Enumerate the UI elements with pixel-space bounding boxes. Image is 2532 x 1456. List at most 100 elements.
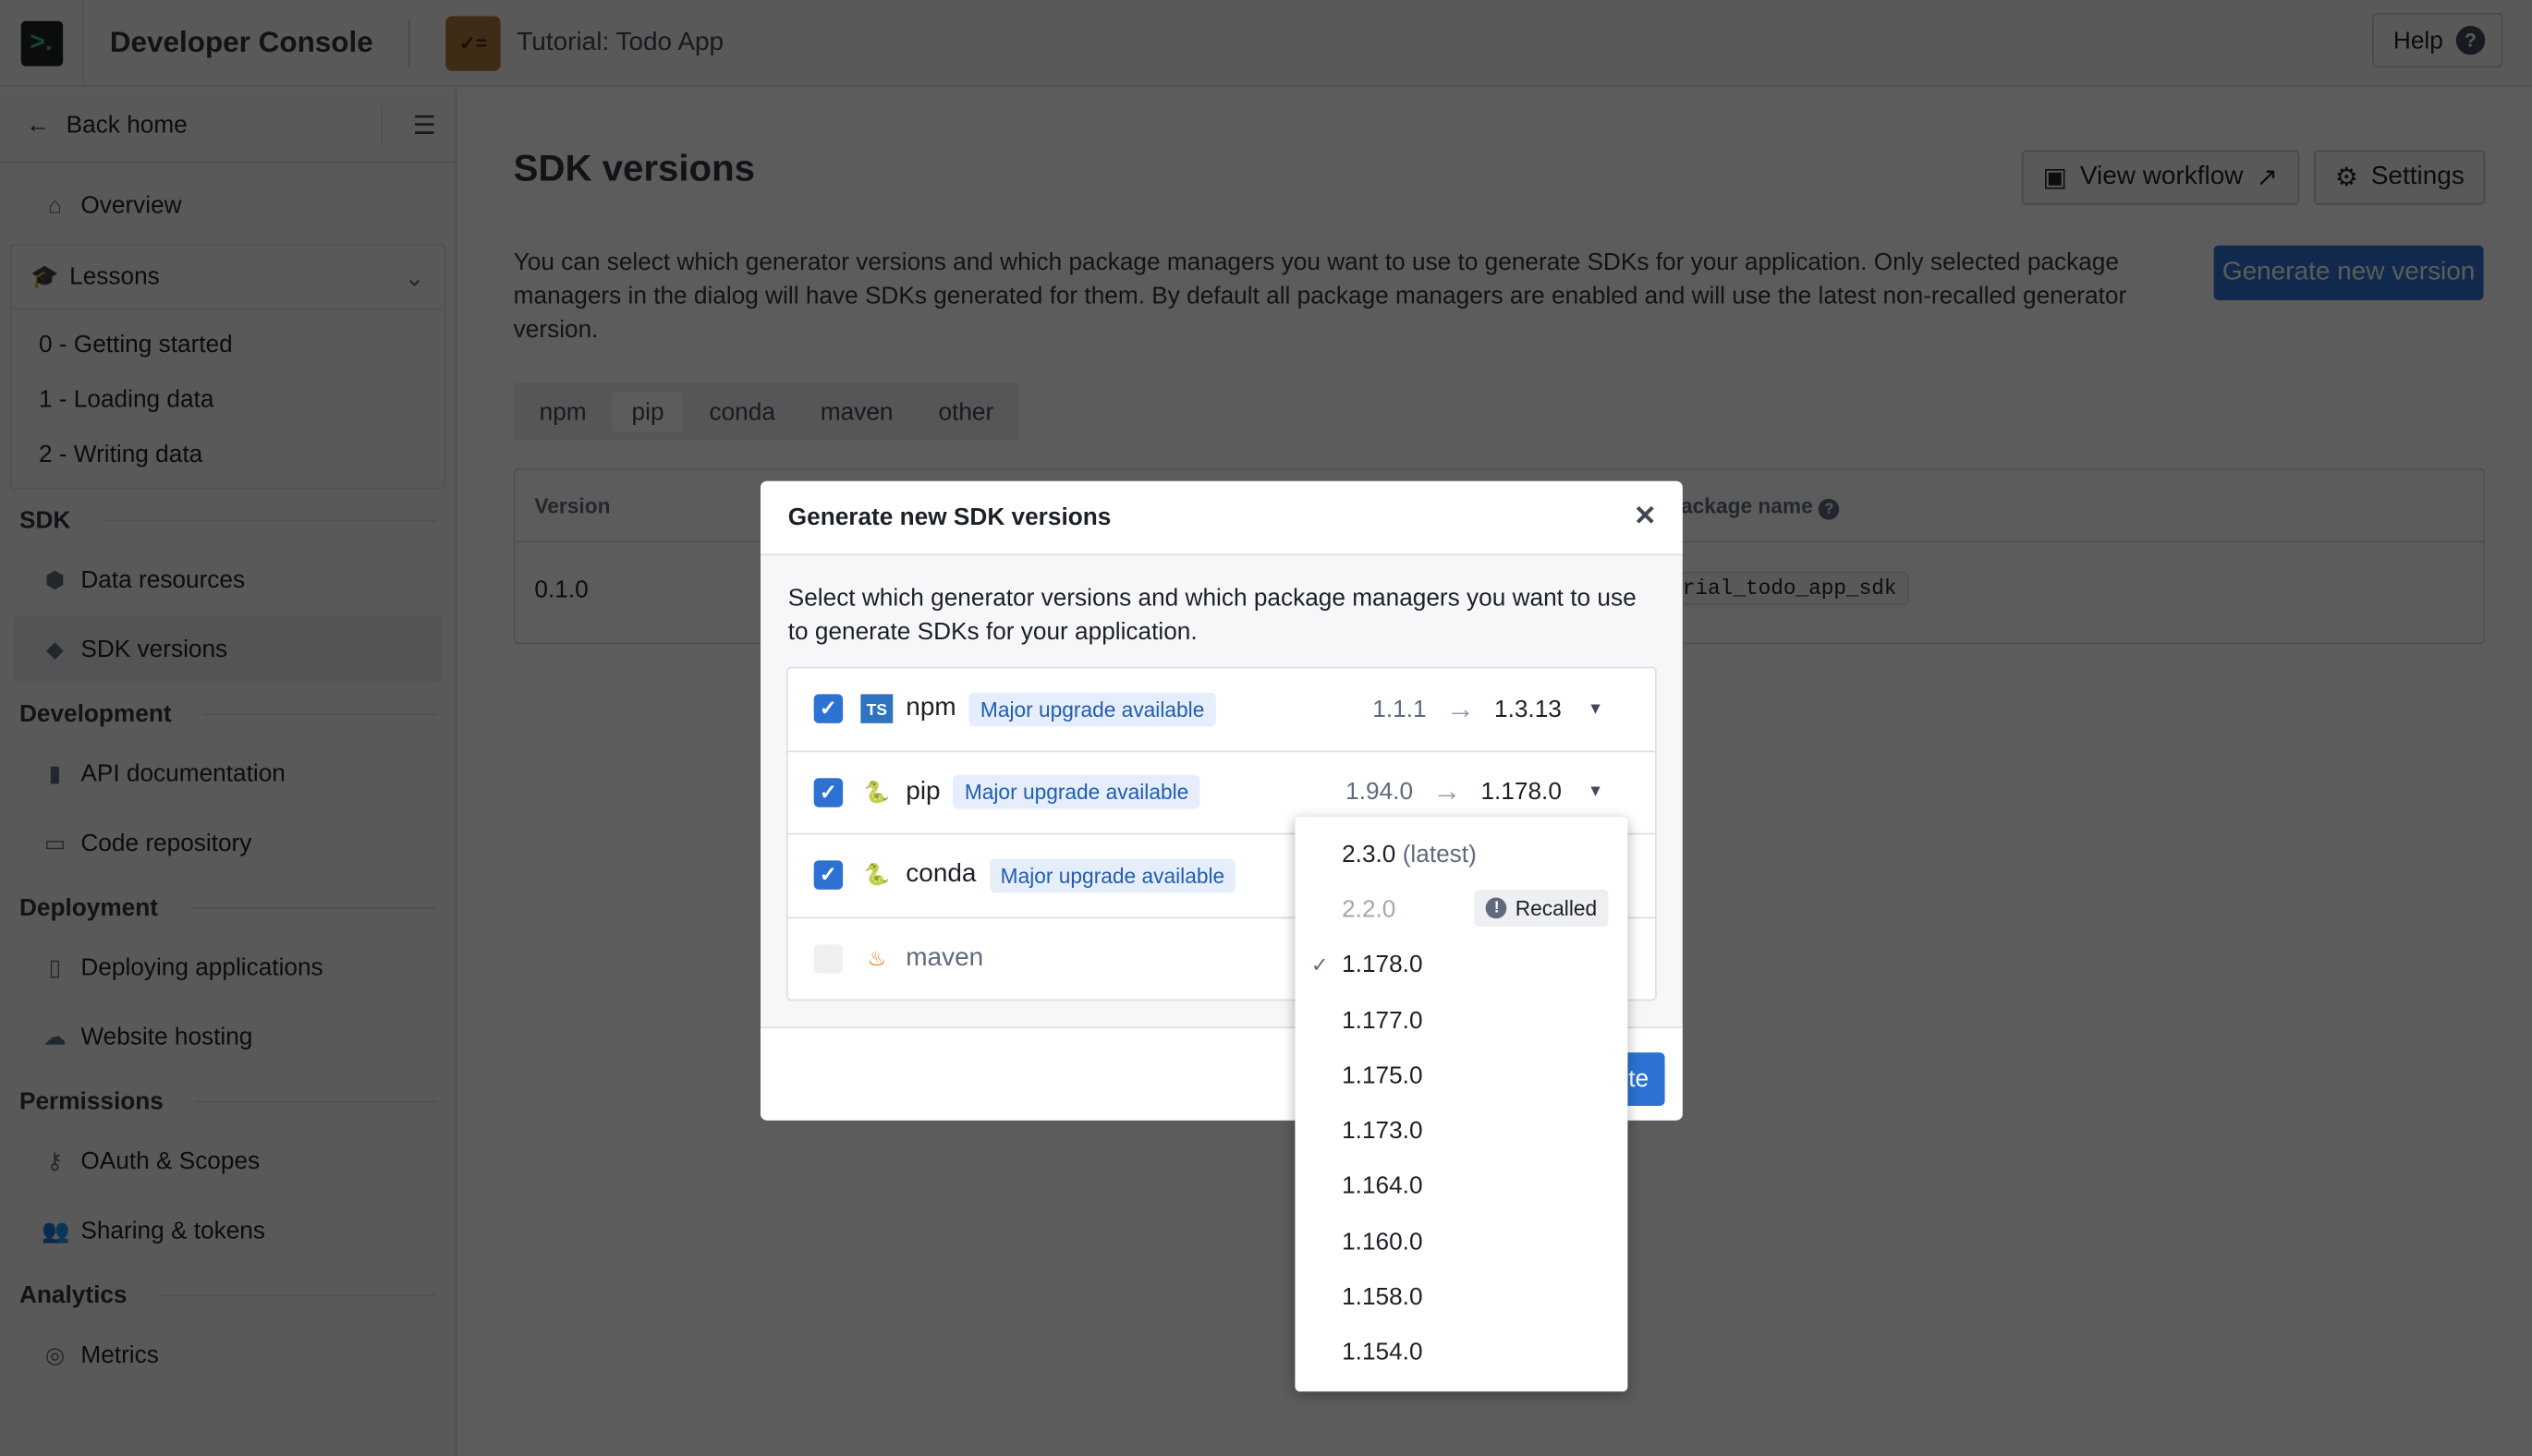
home-icon: ⌂ (48, 191, 62, 218)
back-home-button[interactable]: ← Back home ☰ (0, 89, 456, 164)
package-checkbox[interactable]: ✓ (813, 777, 844, 807)
typescript-icon: TS (860, 694, 894, 724)
sidebar-item-overview[interactable]: ⌂ Overview (13, 173, 443, 237)
sidebar-item-label: API documentation (80, 760, 286, 788)
sidebar-item-label: Lessons (69, 262, 160, 291)
tab-conda[interactable]: conda (690, 392, 795, 432)
sidebar-item[interactable]: ☁ Website hosting (13, 1004, 443, 1071)
divider (195, 1099, 436, 1102)
header-text: ackage name (1681, 493, 1813, 518)
key-icon: ⚷ (46, 1147, 64, 1174)
section-title: Analytics (18, 1280, 128, 1309)
package-checkbox[interactable] (813, 944, 844, 975)
app-logo[interactable]: >. (0, 0, 84, 87)
sidebar-item-label: Website hosting (80, 1023, 253, 1051)
app-title: Developer Console (109, 25, 373, 58)
section-heading: Deployment (0, 883, 456, 931)
option-label: 1.154.0 (1342, 1339, 1423, 1366)
option-label: 2.3.0 (1342, 840, 1396, 868)
gauge-icon: ◎ (44, 1341, 66, 1368)
version-option[interactable]: 1.158.0 (1295, 1269, 1627, 1325)
tab-npm[interactable]: npm (520, 392, 606, 432)
page-description: You can select which generator versions … (513, 249, 2127, 345)
version-option[interactable]: 1.173.0 (1295, 1103, 1627, 1159)
upgrade-badge: Major upgrade available (968, 692, 1216, 726)
python-icon: 🐍 (863, 779, 890, 804)
package-name-cell: rial_todo_app_sdk (1671, 571, 1908, 606)
version-option[interactable]: 1.177.0 (1295, 992, 1627, 1048)
settings-button[interactable]: ⚙ Settings (2314, 150, 2486, 205)
option-label: 1.175.0 (1342, 1062, 1423, 1090)
workflow-icon: ▣ (2042, 164, 2067, 192)
dialog-header: Generate new SDK versions ✕ (761, 480, 1683, 556)
sidebar-item-label: OAuth & Scopes (80, 1147, 261, 1176)
lesson-item[interactable]: 0 - Getting started (11, 316, 444, 370)
tab-pip[interactable]: pip (612, 391, 684, 432)
version-option[interactable]: ✓ 1.178.0 (1295, 938, 1627, 993)
tab-other[interactable]: other (919, 392, 1013, 432)
divider (408, 18, 410, 67)
version-option[interactable]: 1.160.0 (1295, 1214, 1627, 1269)
version-option[interactable]: 1.164.0 (1295, 1159, 1627, 1214)
project-title[interactable]: Tutorial: Todo App (517, 29, 724, 57)
section-heading: Analytics (0, 1270, 456, 1318)
sidebar-item[interactable]: ▯ Deploying applications (13, 935, 443, 1001)
option-label: 1.178.0 (1342, 951, 1423, 979)
upgrade-badge: Major upgrade available (989, 858, 1236, 892)
package-name: maven (906, 944, 984, 973)
version-option[interactable]: 1.154.0 (1295, 1325, 1627, 1380)
dialog-description: Select which generator versions and whic… (787, 584, 1637, 646)
sidebar-item[interactable]: ▮ API documentation (13, 741, 443, 807)
sidebar-item-label: Deploying applications (80, 953, 323, 982)
version-cell: 0.1.0 (534, 576, 589, 604)
package-checkbox[interactable]: ✓ (813, 860, 844, 891)
section-title: Deployment (18, 893, 158, 921)
divider (159, 1293, 436, 1296)
current-version: 1.1.1 (1372, 695, 1427, 723)
upgrade-badge: Major upgrade available (953, 775, 1200, 809)
caret-down-icon: ▼ (1587, 783, 1604, 802)
collapse-sidebar-icon[interactable]: ☰ (381, 104, 436, 148)
divider (203, 712, 436, 715)
arrow-right-icon: → (1445, 692, 1476, 725)
version-selector[interactable]: 1.94.0 → 1.178.0 ▼ (1345, 775, 1603, 809)
package-name: conda (906, 860, 977, 889)
section-heading: Development (0, 689, 456, 737)
column-header-version: Version (534, 493, 611, 518)
package-name: pip (906, 777, 941, 806)
version-option[interactable]: 2.2.0! Recalled (1295, 882, 1627, 938)
sidebar-item[interactable]: ◆ SDK versions (12, 616, 443, 684)
tab-maven[interactable]: maven (801, 392, 913, 432)
lessons-toggle[interactable]: 🎓 Lessons ⌄ (11, 246, 444, 310)
section-title: Permissions (18, 1086, 164, 1115)
settings-label: Settings (2370, 163, 2465, 191)
option-label: 1.177.0 (1342, 1006, 1423, 1035)
gear-icon: ⚙ (2334, 164, 2358, 192)
version-selector[interactable]: 1.1.1 → 1.3.13 ▼ (1372, 692, 1603, 726)
version-dropdown-menu: 2.3.0 (latest) 2.2.0! Recalled ✓ 1.178.0 1.17… (1295, 817, 1628, 1392)
sidebar-item[interactable]: ▭ Code repository (13, 810, 443, 877)
package-row: ✓ TS npm Major upgrade available 1.1.1 → 1.3.1… (787, 668, 1656, 752)
repo-icon: ▭ (43, 830, 66, 856)
lesson-item[interactable]: 2 - Writing data (11, 426, 444, 480)
sidebar-item-label: Sharing & tokens (80, 1217, 266, 1245)
option-label: 2.2.0 (1342, 895, 1396, 924)
view-workflow-button[interactable]: ▣ View workflow ↗ (2021, 150, 2299, 205)
sidebar-item[interactable]: ⚷ OAuth & Scopes (13, 1128, 443, 1195)
version-option[interactable]: 1.175.0 (1295, 1048, 1627, 1103)
sidebar-item[interactable]: ⬢ Data resources (13, 547, 443, 613)
sidebar-item-label: Overview (80, 191, 182, 219)
lesson-item[interactable]: 1 - Loading data (11, 371, 444, 426)
tag-icon: ◆ (45, 636, 64, 662)
version-option[interactable]: 2.3.0 (latest) (1295, 827, 1627, 882)
section-heading: Permissions (0, 1077, 456, 1125)
generate-new-version-button[interactable]: Generate new version (2213, 245, 2484, 301)
help-button[interactable]: Help? (2372, 12, 2503, 68)
sidebar-item[interactable]: 👥 Sharing & tokens (13, 1198, 443, 1265)
sidebar-item[interactable]: ◎ Metrics (13, 1322, 443, 1389)
package-checkbox[interactable]: ✓ (813, 694, 844, 724)
sidebar: ← Back home ☰ ⌂ Overview 🎓 Lessons ⌄ 0 - Get… (0, 89, 457, 1456)
column-header-package-name: ackage name ? (1681, 494, 1840, 519)
close-icon[interactable]: ✕ (1634, 501, 1657, 533)
lesson-label: 0 - Getting started (38, 330, 233, 358)
